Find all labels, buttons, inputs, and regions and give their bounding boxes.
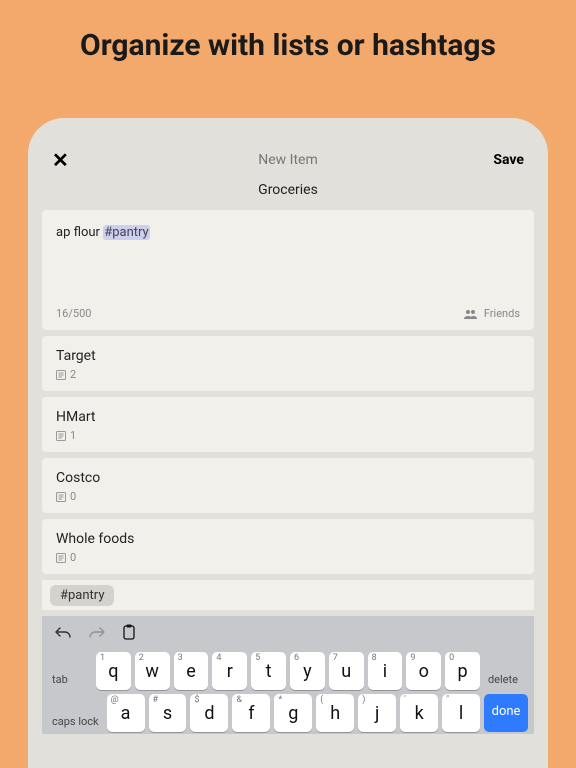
key-e[interactable]: 3e (174, 652, 209, 690)
keyboard-row-2: caps lock @a #s $d &f *g (h )j 'k "l don… (46, 692, 530, 734)
undo-icon[interactable] (54, 625, 72, 644)
key-a[interactable]: @a (107, 694, 145, 732)
list-count: 1 (70, 429, 76, 442)
list-item[interactable]: Costco 0 (42, 458, 534, 513)
compose-text[interactable]: ap flour #pantry (56, 224, 520, 242)
close-button[interactable]: ✕ (52, 148, 76, 172)
key-u[interactable]: 7u (329, 652, 364, 690)
redo-icon[interactable] (88, 625, 106, 644)
tab-key[interactable]: tab (48, 652, 92, 690)
key-w[interactable]: 2w (135, 652, 170, 690)
topbar-title: New Item (28, 152, 548, 168)
key-g[interactable]: *g (274, 694, 312, 732)
key-t[interactable]: 5t (251, 652, 286, 690)
share-scope-button[interactable]: Friends (464, 307, 520, 320)
list-item[interactable]: Target 2 (42, 336, 534, 391)
key-y[interactable]: 6y (290, 652, 325, 690)
list-name: Target (56, 348, 520, 364)
list-name-header: Groceries (38, 178, 538, 210)
key-l[interactable]: "l (442, 694, 480, 732)
key-k[interactable]: 'k (400, 694, 438, 732)
share-scope-label: Friends (484, 307, 520, 320)
list-name: Whole foods (56, 531, 520, 547)
people-icon (464, 309, 478, 319)
done-key[interactable]: done (484, 694, 528, 732)
suggestion-bar: #pantry (42, 580, 534, 610)
list-icon (56, 492, 66, 502)
char-counter: 16/500 (56, 307, 91, 320)
delete-key[interactable]: delete (484, 652, 528, 690)
list-icon (56, 553, 66, 563)
key-d[interactable]: $d (190, 694, 228, 732)
list-count: 2 (70, 368, 76, 381)
caps-lock-key[interactable]: caps lock (48, 694, 103, 732)
key-r[interactable]: 4r (212, 652, 247, 690)
content-area: ap flour #pantry 16/500 Friends Target 2… (38, 210, 538, 768)
key-j[interactable]: )j (358, 694, 396, 732)
compose-plain-text: ap flour (56, 225, 103, 240)
suggestion-pill[interactable]: #pantry (50, 585, 114, 606)
compose-hashtag: #pantry (103, 225, 149, 240)
key-q[interactable]: 1q (96, 652, 131, 690)
keyboard: tab 1q 2w 3e 4r 5t 6y 7u 8i 9o 0p delete… (42, 616, 534, 734)
marketing-title: Organize with lists or hashtags (0, 0, 576, 87)
list-icon (56, 431, 66, 441)
list-item[interactable]: Whole foods 0 (42, 519, 534, 574)
key-h[interactable]: (h (316, 694, 354, 732)
device-frame: ✕ New Item Save Groceries ap flour #pant… (28, 118, 548, 768)
topbar: ✕ New Item Save (38, 138, 538, 178)
key-i[interactable]: 8i (368, 652, 403, 690)
key-s[interactable]: #s (149, 694, 187, 732)
list-name: Costco (56, 470, 520, 486)
list-count: 0 (70, 490, 76, 503)
save-button[interactable]: Save (493, 152, 524, 168)
list-item[interactable]: HMart 1 (42, 397, 534, 452)
key-f[interactable]: &f (232, 694, 270, 732)
list-name: HMart (56, 409, 520, 425)
clipboard-icon[interactable] (122, 624, 136, 644)
key-o[interactable]: 9o (406, 652, 441, 690)
list-icon (56, 370, 66, 380)
compose-card[interactable]: ap flour #pantry 16/500 Friends (42, 210, 534, 330)
key-p[interactable]: 0p (445, 652, 480, 690)
list-count: 0 (70, 551, 76, 564)
keyboard-row-1: tab 1q 2w 3e 4r 5t 6y 7u 8i 9o 0p delete (46, 650, 530, 692)
